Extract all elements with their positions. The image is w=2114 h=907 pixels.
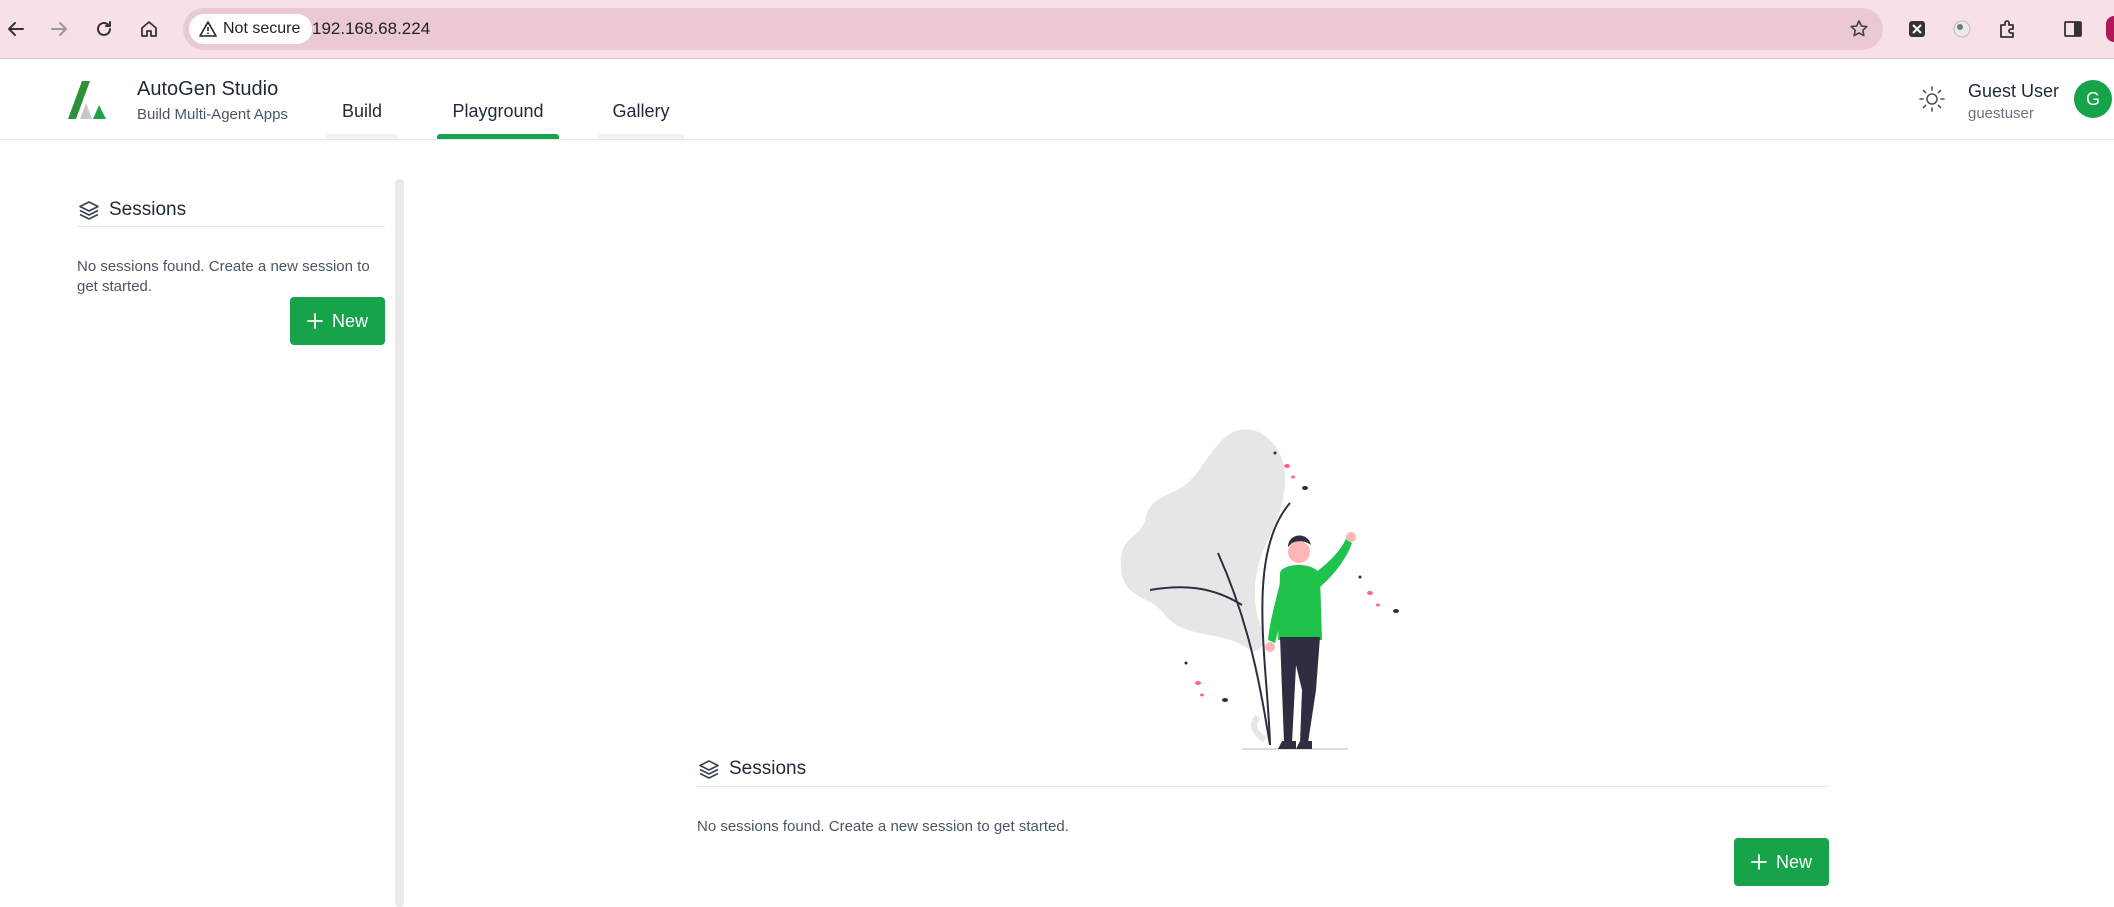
app-subtitle: Build Multi-Agent Apps [137, 106, 288, 123]
sidebar-empty-message: No sessions found. Create a new session … [77, 258, 370, 295]
circle-extension-icon [1953, 20, 1971, 38]
reload-button[interactable] [88, 13, 120, 45]
tab-gallery-indicator [598, 134, 684, 139]
sessions-sidebar: Sessions No sessions found. Create a new… [0, 140, 400, 907]
extension-1-button[interactable] [1902, 14, 1932, 44]
sidebar-sessions-header: Sessions [77, 194, 385, 227]
browser-toolbar: Not secure 192.168.68.224 [0, 0, 2114, 59]
bookmark-button[interactable] [1847, 17, 1871, 41]
plus-icon [307, 313, 323, 329]
tab-playground-label: Playground [452, 101, 544, 121]
security-label: Not secure [223, 20, 301, 37]
tab-gallery[interactable]: Gallery [598, 81, 684, 139]
app-title: AutoGen Studio [137, 78, 279, 100]
sidebar-scrollbar[interactable] [395, 179, 404, 907]
warning-icon [199, 21, 217, 37]
tab-build[interactable]: Build [326, 81, 398, 139]
app-header: AutoGen Studio Build Multi-Agent Apps Bu… [0, 59, 2114, 140]
main-new-session-button[interactable]: New [1734, 838, 1829, 886]
sidebar-new-label: New [332, 310, 369, 331]
main-sessions-header: Sessions [697, 752, 1829, 787]
reload-icon [97, 21, 111, 36]
layers-icon [697, 757, 721, 781]
avatar[interactable]: G [2074, 80, 2112, 118]
back-button[interactable] [0, 13, 32, 45]
home-icon [141, 21, 157, 37]
main-empty-message: No sessions found. Create a new session … [697, 818, 1069, 835]
layers-icon [77, 198, 101, 222]
theme-toggle-button[interactable] [1917, 84, 1947, 114]
profile-avatar-edge[interactable] [2106, 16, 2114, 42]
main-title: Sessions [729, 758, 807, 779]
side-panel-icon [2064, 21, 2082, 37]
home-button[interactable] [133, 13, 165, 45]
tab-build-label: Build [341, 101, 383, 121]
user-handle: guestuser [1968, 105, 2034, 122]
extensions-button[interactable] [1992, 14, 2022, 44]
sidebar-title: Sessions [109, 199, 187, 220]
user-name: Guest User [1968, 81, 2060, 101]
extension-2-button[interactable] [1947, 14, 1977, 44]
plus-icon [1751, 854, 1767, 870]
arrow-left-icon [8, 22, 24, 36]
x-square-icon [1909, 21, 1925, 37]
tab-build-indicator [326, 134, 398, 139]
tab-gallery-label: Gallery [612, 101, 670, 121]
url-text[interactable]: 192.168.68.224 [312, 19, 430, 39]
tab-playground-indicator [437, 134, 559, 139]
puzzle-icon [2000, 20, 2014, 38]
forward-button[interactable] [43, 13, 75, 45]
sidebar-new-session-button[interactable]: New [290, 297, 385, 345]
autogen-logo[interactable] [66, 79, 108, 126]
empty-state-illustration [1120, 429, 1399, 750]
security-indicator[interactable]: Not secure [189, 14, 313, 44]
main-new-label: New [1776, 851, 1813, 872]
star-icon [1850, 20, 1868, 37]
tab-playground[interactable]: Playground [437, 81, 559, 139]
side-panel-button[interactable] [2058, 14, 2088, 44]
arrow-right-icon [51, 22, 67, 36]
address-bar[interactable]: Not secure 192.168.68.224 [183, 8, 1883, 50]
sun-icon [1919, 86, 1945, 112]
